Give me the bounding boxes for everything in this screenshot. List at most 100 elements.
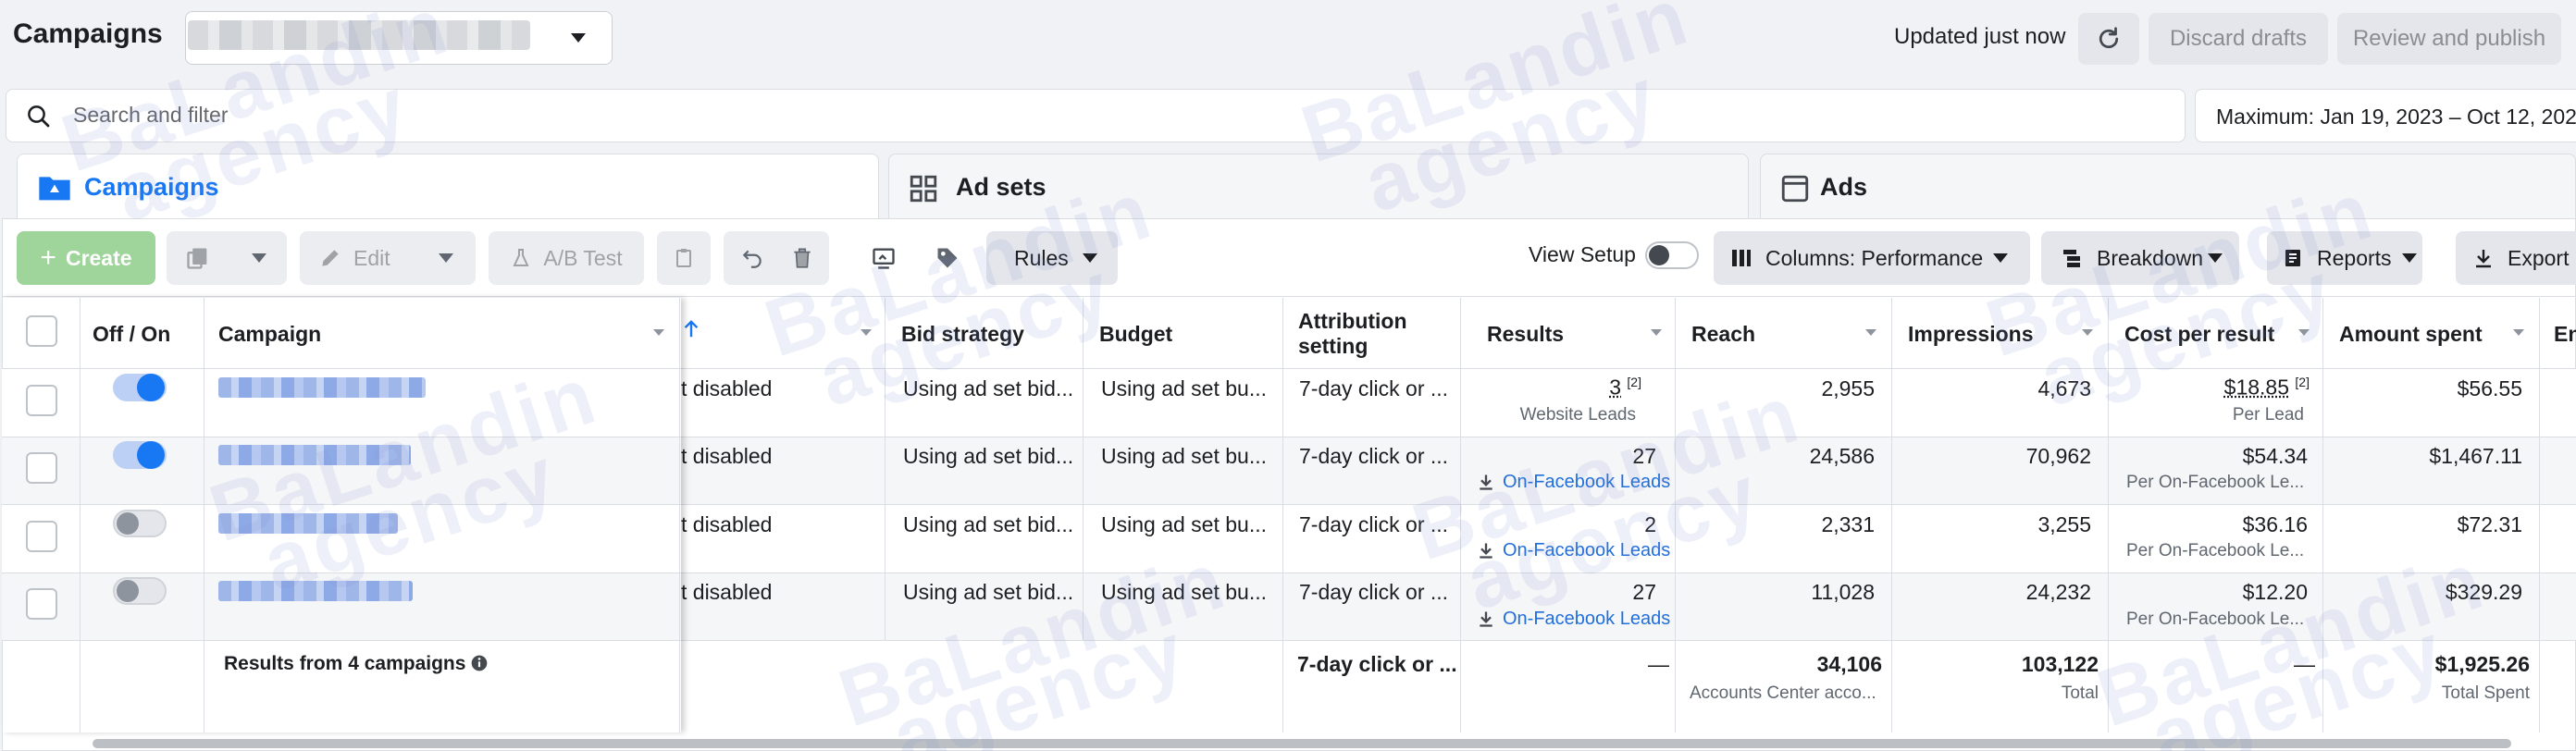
totals-reach-sub: Accounts Center acco...: [1690, 683, 1876, 703]
date-range-picker[interactable]: Maximum: Jan 19, 2023 – Oct 12, 2023: [2195, 89, 2576, 142]
export-button[interactable]: Export: [2456, 231, 2576, 285]
results-type-link[interactable]: On-Facebook Leads: [1503, 540, 1670, 561]
results-number: 3: [1609, 375, 1622, 400]
tab-ads[interactable]: Ads: [1760, 154, 2576, 222]
columns-label: Columns: Performance: [1765, 245, 1984, 270]
clipboard-button[interactable]: [657, 231, 711, 285]
row-checkbox[interactable]: [26, 385, 57, 416]
ab-test-button[interactable]: A/B Test: [489, 231, 644, 285]
campaign-toggle[interactable]: [113, 374, 167, 401]
sort-arrow-up-icon[interactable]: [681, 316, 701, 342]
preview-icon: [873, 248, 895, 269]
create-button[interactable]: + Create: [17, 231, 155, 285]
col-attribution[interactable]: Attribution setting: [1298, 298, 1437, 370]
row-checkbox[interactable]: [26, 588, 57, 620]
col-divider: [1891, 298, 1892, 733]
breakdown-button[interactable]: Breakdown: [2041, 231, 2239, 285]
col-divider: [1282, 298, 1283, 733]
delivery-cell: t disabled: [681, 512, 773, 536]
pencil-icon: [322, 250, 339, 266]
rules-button[interactable]: Rules: [986, 231, 1118, 285]
sort-caret-icon: [653, 329, 664, 336]
budget-cell: Using ad set bu...: [1101, 512, 1267, 536]
duplicate-button[interactable]: [167, 231, 287, 285]
delivery-cell: t disabled: [681, 444, 773, 468]
review-publish-button[interactable]: Review and publish: [2337, 13, 2561, 65]
col-bid-strategy[interactable]: Bid strategy: [901, 298, 1024, 370]
results-type: Website Leads: [1519, 405, 1636, 425]
info-icon[interactable]: [470, 654, 489, 672]
budget-cell: Using ad set bu...: [1101, 444, 1267, 468]
col-divider: [2539, 298, 2540, 733]
view-setup-toggle[interactable]: [1645, 241, 1699, 269]
horizontal-scrollbar[interactable]: [93, 739, 2511, 748]
results-number: 27: [1632, 444, 1656, 468]
sort-caret-icon: [2513, 329, 2524, 336]
download-icon: [2476, 250, 2491, 268]
rules-label: Rules: [1014, 245, 1069, 270]
toggle-knob: [137, 374, 165, 401]
results-type-link[interactable]: On-Facebook Leads: [1503, 609, 1670, 630]
col-results[interactable]: Results: [1487, 298, 1564, 370]
chevron-down-icon: [1083, 253, 1097, 263]
row-checkbox[interactable]: [26, 452, 57, 484]
col-campaign[interactable]: Campaign: [218, 298, 321, 370]
cpr-value: $18.85 [2]: [2117, 375, 2310, 400]
col-cost-per-result[interactable]: Cost per result: [2124, 298, 2274, 370]
attribution-cell: 7-day click or ...: [1299, 376, 1449, 400]
campaign-name-redacted[interactable]: [218, 377, 426, 398]
refresh-button[interactable]: [2078, 13, 2139, 65]
spent-cell: $329.29: [2445, 580, 2522, 604]
sort-caret-icon: [861, 329, 872, 336]
totals-spent: $1,925.26: [2434, 652, 2530, 676]
campaign-toggle[interactable]: [113, 441, 167, 469]
col-reach[interactable]: Reach: [1691, 298, 1755, 370]
campaign-toggle[interactable]: [113, 577, 167, 605]
attribution-cell: 7-day click or ...: [1299, 512, 1449, 536]
reports-label: Reports: [2317, 245, 2392, 270]
col-impressions[interactable]: Impressions: [1908, 298, 2034, 370]
tab-campaigns[interactable]: Campaigns: [17, 154, 879, 222]
col-budget[interactable]: Budget: [1099, 298, 1172, 370]
campaign-toggle[interactable]: [113, 510, 167, 537]
reach-cell: 11,028: [1811, 580, 1875, 604]
edit-label: Edit: [353, 245, 390, 270]
reports-button[interactable]: Reports: [2267, 231, 2422, 285]
tab-adsets[interactable]: Ad sets: [888, 154, 1749, 222]
col-offon[interactable]: Off / On: [93, 298, 170, 370]
col-divider: [1083, 298, 1084, 640]
attribution-cell: 7-day click or ...: [1299, 580, 1449, 604]
select-all-checkbox[interactable]: [26, 315, 57, 347]
results-value: 3 [2]: [1480, 375, 1641, 400]
delivery-cell: t disabled: [681, 376, 773, 400]
row-border: [2, 640, 2576, 641]
totals-reach: 34,106: [1816, 652, 1882, 676]
campaign-name-redacted[interactable]: [218, 513, 398, 534]
discard-drafts-button[interactable]: Discard drafts: [2149, 13, 2328, 65]
col-divider: [1460, 298, 1461, 733]
copy-icon: [187, 248, 207, 269]
col-divider: [2108, 298, 2109, 733]
tag-button[interactable]: [922, 231, 973, 285]
col-divider: [885, 298, 886, 640]
search-input[interactable]: Search and filter: [6, 89, 2186, 142]
col-ends[interactable]: En: [2554, 298, 2576, 370]
undo-button[interactable]: [724, 231, 829, 285]
breakdown-label: Breakdown: [2097, 245, 2204, 270]
col-amount-spent[interactable]: Amount spent: [2339, 298, 2483, 370]
columns-button[interactable]: Columns: Performance: [1714, 231, 2030, 285]
totals-attribution: 7-day click or ...: [1297, 652, 1457, 676]
row-checkbox[interactable]: [26, 521, 57, 552]
results-type-link[interactable]: On-Facebook Leads: [1503, 472, 1670, 493]
tab-label: Ads: [1820, 173, 1868, 201]
preview-button[interactable]: [861, 231, 907, 285]
tab-label: Campaigns: [84, 173, 219, 201]
campaign-name-redacted[interactable]: [218, 581, 413, 601]
reach-cell: 2,955: [1821, 376, 1875, 400]
header-top-border: [2, 296, 2576, 297]
campaign-name-redacted[interactable]: [218, 445, 411, 465]
edit-button[interactable]: Edit: [300, 231, 476, 285]
undo-icon: [742, 250, 762, 268]
toggle-knob: [137, 441, 165, 469]
ad-icon: [1781, 175, 1809, 203]
